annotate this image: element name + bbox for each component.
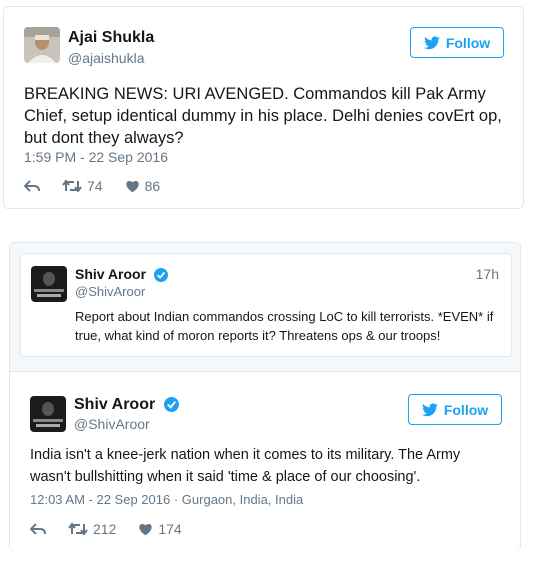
follow-button[interactable]: Follow <box>408 394 502 425</box>
quoted-author-name[interactable]: Shiv Aroor <box>75 266 168 283</box>
follow-button[interactable]: Follow <box>410 27 504 58</box>
like-count: 86 <box>144 178 161 194</box>
heart-icon <box>125 181 139 193</box>
retweet-icon <box>62 179 82 193</box>
like-button[interactable]: 86 <box>125 178 161 194</box>
retweet-count: 74 <box>87 178 103 194</box>
heart-icon <box>139 524 153 536</box>
quoted-name-text: Shiv Aroor <box>75 266 147 282</box>
tweet-text: BREAKING NEWS: URI AVENGED. Commandos ki… <box>24 85 502 147</box>
tweet-text: India isn't a knee-jerk nation when it c… <box>30 447 461 485</box>
quoted-tweet-text: Report about Indian commandos crossing L… <box>75 309 494 343</box>
reply-icon <box>30 523 46 535</box>
verified-icon <box>163 397 179 413</box>
retweet-icon <box>68 522 88 536</box>
retweet-count: 212 <box>93 521 117 537</box>
twitter-bird-icon <box>423 35 440 49</box>
quoted-time[interactable]: 17h <box>476 266 499 282</box>
author-name[interactable]: Shiv Aroor <box>74 396 179 414</box>
retweet-button[interactable]: 212 <box>68 521 116 537</box>
follow-label: Follow <box>443 401 489 418</box>
reply-button[interactable] <box>24 179 40 193</box>
avatar[interactable] <box>30 396 66 432</box>
tweet-meta: 12:03 AM - 22 Sep 2016 · Gurgaon, India,… <box>30 492 303 507</box>
verified-icon <box>153 268 168 283</box>
author-name[interactable]: Ajai Shukla <box>68 29 154 47</box>
reply-icon <box>24 180 40 192</box>
retweet-button[interactable]: 74 <box>62 178 103 194</box>
avatar[interactable] <box>24 27 60 63</box>
like-count: 174 <box>158 521 182 537</box>
quoted-tweet[interactable]: Shiv Aroor @ShivAroor 17h Report about I… <box>20 253 512 357</box>
tweet-timestamp[interactable]: 12:03 AM - 22 Sep 2016 <box>30 492 170 507</box>
follow-label: Follow <box>445 34 491 51</box>
reply-button[interactable] <box>30 522 46 536</box>
tweet-card-shiv-aroor: Shiv Aroor @ShivAroor 17h Report about I… <box>9 242 521 551</box>
meta-separator: · <box>173 492 182 507</box>
quoted-author-handle[interactable]: @ShivAroor <box>75 284 145 299</box>
twitter-bird-icon <box>421 402 438 416</box>
like-button[interactable]: 174 <box>138 521 182 537</box>
author-handle[interactable]: @ShivAroor <box>74 416 150 432</box>
quoted-avatar[interactable] <box>31 266 67 302</box>
tweet-timestamp[interactable]: 1:59 PM - 22 Sep 2016 <box>24 149 168 165</box>
tweet-actions: 74 86 <box>24 178 182 194</box>
main-tweet: Shiv Aroor @ShivAroor Follow India isn't… <box>10 371 520 551</box>
author-name-text: Shiv Aroor <box>74 396 156 413</box>
tweet-actions: 212 174 <box>30 521 204 537</box>
tweet-location[interactable]: Gurgaon, India, India <box>182 492 303 507</box>
author-handle[interactable]: @ajaishukla <box>68 50 144 66</box>
tweet-card-ajai-shukla: Ajai Shukla @ajaishukla Follow BREAKING … <box>3 6 524 209</box>
